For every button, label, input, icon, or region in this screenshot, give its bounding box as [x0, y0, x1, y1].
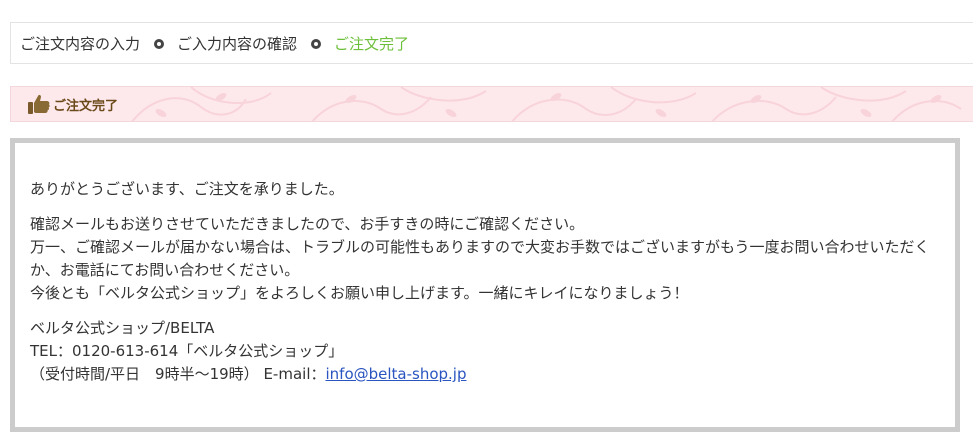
floral-pattern-decoration	[131, 87, 962, 121]
contact-info: （受付時間/平日 9時半～19時） E-mail：info@belta-shop…	[30, 363, 940, 386]
step-separator-icon	[311, 39, 322, 49]
shop-tel: TEL：0120-613-614「ベルタ公式ショップ」	[30, 342, 344, 360]
thumbs-up-icon	[28, 94, 50, 114]
section-heading: ご注文完了	[10, 86, 973, 122]
heading-title: ご注文完了	[53, 98, 119, 114]
step-order-input: ご注文内容の入力	[20, 34, 141, 53]
step-separator-icon	[154, 39, 165, 49]
order-complete-message: ありがとうございます、ご注文を承りました。 確認メールもお送りさせていただきまし…	[10, 138, 960, 432]
closing-text: 今後とも「ベルタ公式ショップ」をよろしくお願い申し上げます。一緒にキレイになりま…	[30, 284, 689, 302]
step-order-complete: ご注文完了	[334, 34, 410, 53]
no-email-notice-text: 万一、ご確認メールが届かない場合は、トラブルの可能性もありますので大変お手数では…	[30, 238, 930, 279]
order-progress-steps: ご注文内容の入力 ご入力内容の確認 ご注文完了	[10, 22, 973, 64]
shop-name: ベルタ公式ショップ/BELTA	[30, 319, 215, 337]
thanks-text: ありがとうございます、ご注文を承りました。	[30, 180, 344, 198]
confirmation-email-text: 確認メールもお送りさせていただきましたので、お手すきの時にご確認ください。	[30, 215, 585, 233]
business-hours: （受付時間/平日 9時半～19時） E-mail：	[30, 365, 326, 383]
step-order-confirm: ご入力内容の確認	[177, 34, 298, 53]
email-link[interactable]: info@belta-shop.jp	[325, 365, 466, 383]
